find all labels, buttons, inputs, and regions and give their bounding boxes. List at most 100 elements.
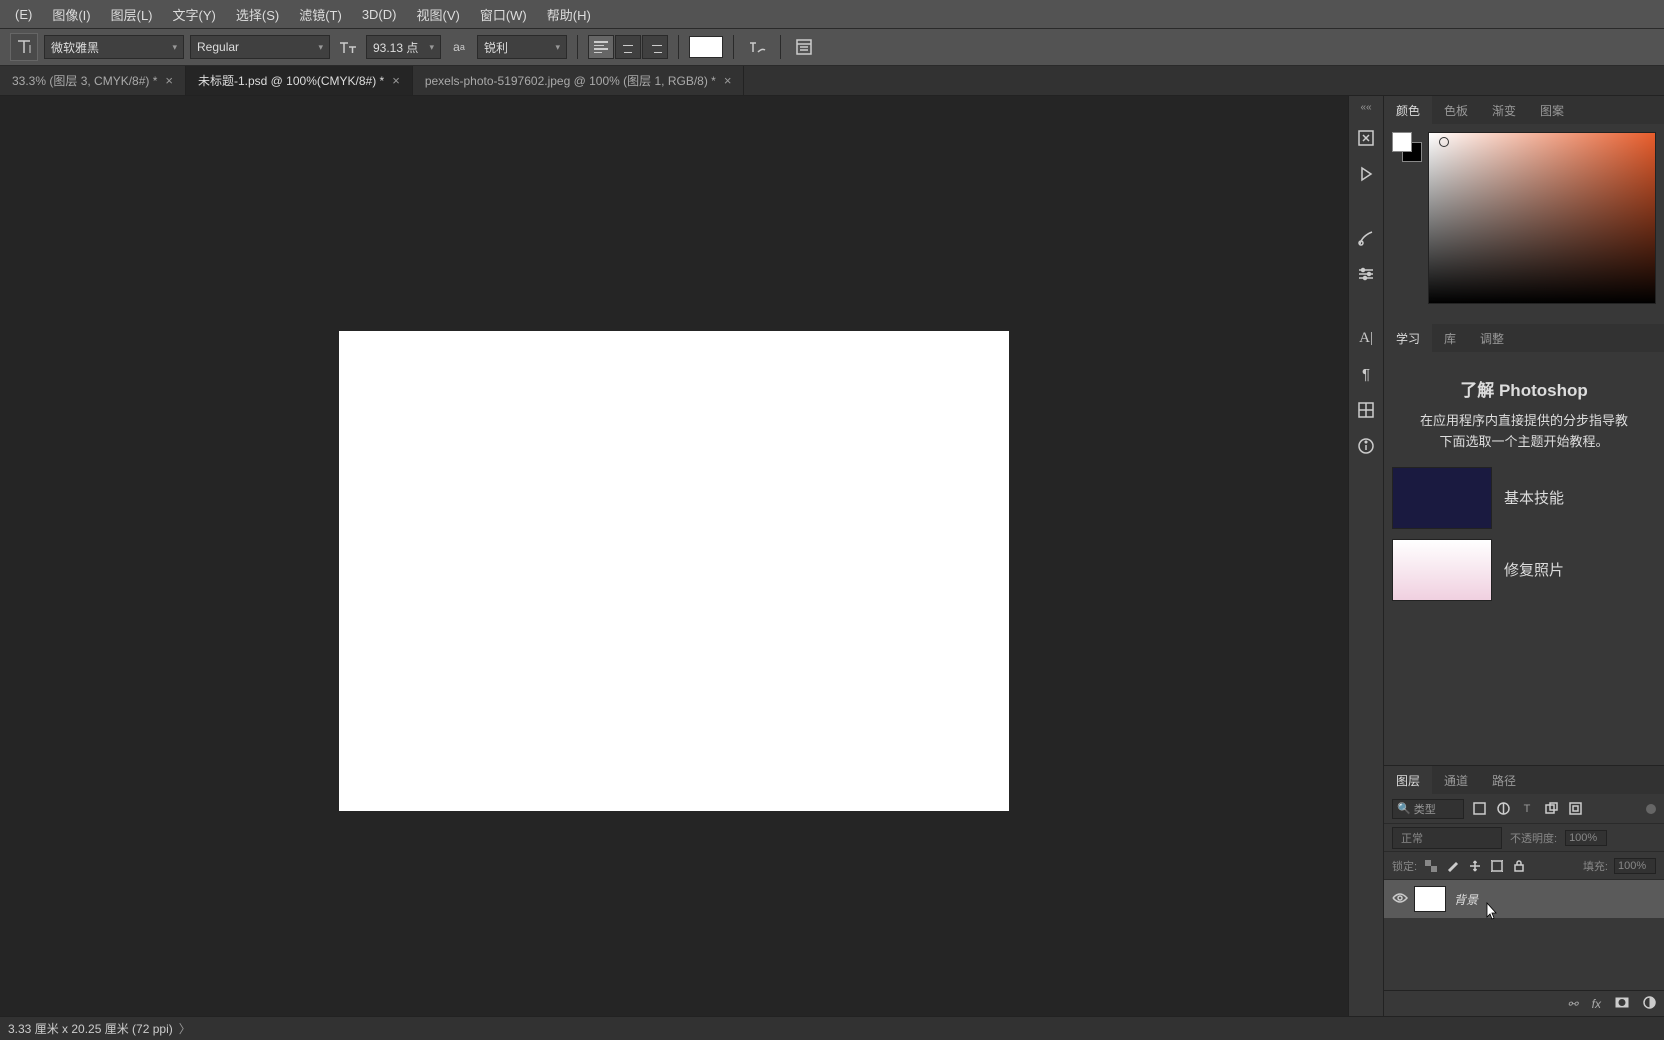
document-tab[interactable]: pexels-photo-5197602.jpeg @ 100% (图层 1, … [413, 66, 745, 95]
layer-name[interactable]: 背景 [1454, 891, 1478, 908]
align-center-button[interactable] [615, 35, 641, 59]
document-tab[interactable]: 未标题-1.psd @ 100%(CMYK/8#) * × [186, 66, 413, 95]
menu-view[interactable]: 视图(V) [406, 0, 469, 29]
tab-paths[interactable]: 路径 [1480, 766, 1528, 794]
filter-shape-icon[interactable] [1542, 800, 1560, 818]
lock-position-icon[interactable] [1467, 858, 1483, 874]
divider [577, 35, 578, 59]
menu-image[interactable]: 图像(I) [42, 0, 100, 29]
fill-label: 填充: [1583, 858, 1608, 874]
lock-artboard-icon[interactable] [1489, 858, 1505, 874]
layer-row-background[interactable]: 背景 [1384, 880, 1664, 918]
menu-type[interactable]: 文字(Y) [163, 0, 226, 29]
font-size-select[interactable]: 93.13 点 ▾ [366, 35, 441, 59]
tab-layers[interactable]: 图层 [1384, 766, 1432, 794]
learn-panel: 了解 Photoshop 在应用程序内直接提供的分步指导教 下面选取一个主题开始… [1384, 352, 1664, 765]
learn-thumb-icon [1392, 467, 1492, 529]
canvas-area[interactable] [0, 96, 1348, 1016]
layers-panel-tabs: 图层 通道 路径 [1384, 766, 1664, 794]
font-style-select[interactable]: Regular ▾ [190, 35, 330, 59]
info-icon[interactable] [1355, 435, 1377, 457]
anti-alias-value: 锐利 [484, 39, 508, 56]
chevron-right-icon[interactable]: 〉 [179, 1020, 191, 1037]
layer-thumbnail[interactable] [1414, 886, 1446, 912]
tab-learn[interactable]: 学习 [1384, 324, 1432, 352]
tab-channels[interactable]: 通道 [1432, 766, 1480, 794]
tab-adjustments[interactable]: 调整 [1468, 324, 1516, 352]
status-document-info[interactable]: 3.33 厘米 x 20.25 厘米 (72 ppi) [8, 1020, 173, 1037]
filter-pixel-icon[interactable] [1470, 800, 1488, 818]
filter-smart-icon[interactable] [1566, 800, 1584, 818]
menu-layer[interactable]: 图层(L) [101, 0, 163, 29]
lock-paint-icon[interactable] [1445, 858, 1461, 874]
tab-swatches[interactable]: 色板 [1432, 96, 1480, 124]
menu-filter[interactable]: 滤镜(T) [289, 0, 352, 29]
filter-toggle-icon[interactable] [1646, 804, 1656, 814]
learn-item-retouch[interactable]: 修复照片 [1392, 539, 1656, 601]
anti-alias-select[interactable]: 锐利 ▾ [477, 35, 567, 59]
close-icon[interactable]: × [392, 73, 400, 88]
font-family-select[interactable]: 微软雅黑 ▾ [44, 35, 184, 59]
layer-bottom-bar: ⚯ fx [1384, 990, 1664, 1016]
layer-list: 背景 [1384, 880, 1664, 990]
blend-row: 正常 不透明度: 100% [1384, 824, 1664, 852]
menu-help[interactable]: 帮助(H) [537, 0, 601, 29]
learn-item-label: 修复照片 [1504, 559, 1564, 580]
vertical-text-tool-icon[interactable] [10, 33, 38, 61]
glyphs-icon[interactable] [1355, 399, 1377, 421]
warp-text-icon[interactable] [744, 35, 770, 59]
canvas[interactable] [339, 331, 1009, 811]
tab-libraries[interactable]: 库 [1432, 324, 1468, 352]
foreground-color-swatch[interactable] [1392, 132, 1412, 152]
opacity-input[interactable]: 100% [1565, 830, 1607, 846]
layer-kind-filter[interactable]: 🔍 类型 [1392, 799, 1464, 819]
text-color-swatch[interactable] [689, 36, 723, 58]
document-tabs: 33.3% (图层 3, CMYK/8#) * × 未标题-1.psd @ 10… [0, 66, 1664, 96]
brushes-icon[interactable] [1355, 227, 1377, 249]
layer-mask-icon[interactable] [1615, 997, 1629, 1011]
align-bottom-button[interactable] [642, 35, 668, 59]
learn-item-label: 基本技能 [1504, 487, 1564, 508]
link-layers-icon[interactable]: ⚯ [1568, 997, 1578, 1011]
align-top-button[interactable] [588, 35, 614, 59]
color-picker-field[interactable] [1428, 132, 1656, 304]
menu-bar: (E) 图像(I) 图层(L) 文字(Y) 选择(S) 滤镜(T) 3D(D) … [0, 0, 1664, 28]
filter-type-icon[interactable]: T [1518, 800, 1536, 818]
chevron-down-icon: ▾ [172, 42, 177, 53]
collapse-arrows-icon[interactable]: «« [1360, 102, 1371, 113]
lock-all-icon[interactable] [1511, 858, 1527, 874]
close-icon[interactable]: × [724, 73, 732, 88]
blend-mode-select[interactable]: 正常 [1392, 827, 1502, 849]
actions-icon[interactable] [1355, 163, 1377, 185]
paragraph-icon[interactable]: ¶ [1355, 363, 1377, 385]
adjustment-layer-icon[interactable] [1643, 996, 1656, 1012]
layer-fx-icon[interactable]: fx [1592, 997, 1601, 1011]
menu-window[interactable]: 窗口(W) [470, 0, 537, 29]
menu-select[interactable]: 选择(S) [226, 0, 289, 29]
adjustments-icon[interactable] [1355, 263, 1377, 285]
tab-gradients[interactable]: 渐变 [1480, 96, 1528, 124]
fill-input[interactable]: 100% [1614, 858, 1656, 874]
document-tab[interactable]: 33.3% (图层 3, CMYK/8#) * × [0, 66, 186, 95]
options-bar: 微软雅黑 ▾ Regular ▾ 93.13 点 ▾ aa 锐利 ▾ [0, 28, 1664, 66]
text-align-group [588, 35, 668, 59]
tab-color[interactable]: 颜色 [1384, 96, 1432, 124]
foreground-background-swatch[interactable] [1392, 132, 1422, 162]
learn-description: 在应用程序内直接提供的分步指导教 下面选取一个主题开始教程。 [1392, 411, 1656, 453]
visibility-eye-icon[interactable] [1392, 892, 1406, 906]
lock-transparent-icon[interactable] [1423, 858, 1439, 874]
cursor-pointer-icon [1486, 902, 1500, 920]
menu-edit[interactable]: (E) [5, 2, 42, 27]
tab-patterns[interactable]: 图案 [1528, 96, 1576, 124]
menu-3d[interactable]: 3D(D) [352, 2, 407, 27]
character-icon[interactable]: A| [1355, 327, 1377, 349]
filter-adjustment-icon[interactable] [1494, 800, 1512, 818]
font-family-value: 微软雅黑 [51, 39, 99, 56]
layer-filter-row: 🔍 类型 T [1384, 794, 1664, 824]
history-icon[interactable] [1355, 127, 1377, 149]
lock-label: 锁定: [1392, 858, 1417, 874]
character-panel-toggle-icon[interactable] [791, 35, 817, 59]
font-size-value: 93.13 点 [373, 39, 418, 56]
learn-item-basics[interactable]: 基本技能 [1392, 467, 1656, 529]
close-icon[interactable]: × [165, 73, 173, 88]
